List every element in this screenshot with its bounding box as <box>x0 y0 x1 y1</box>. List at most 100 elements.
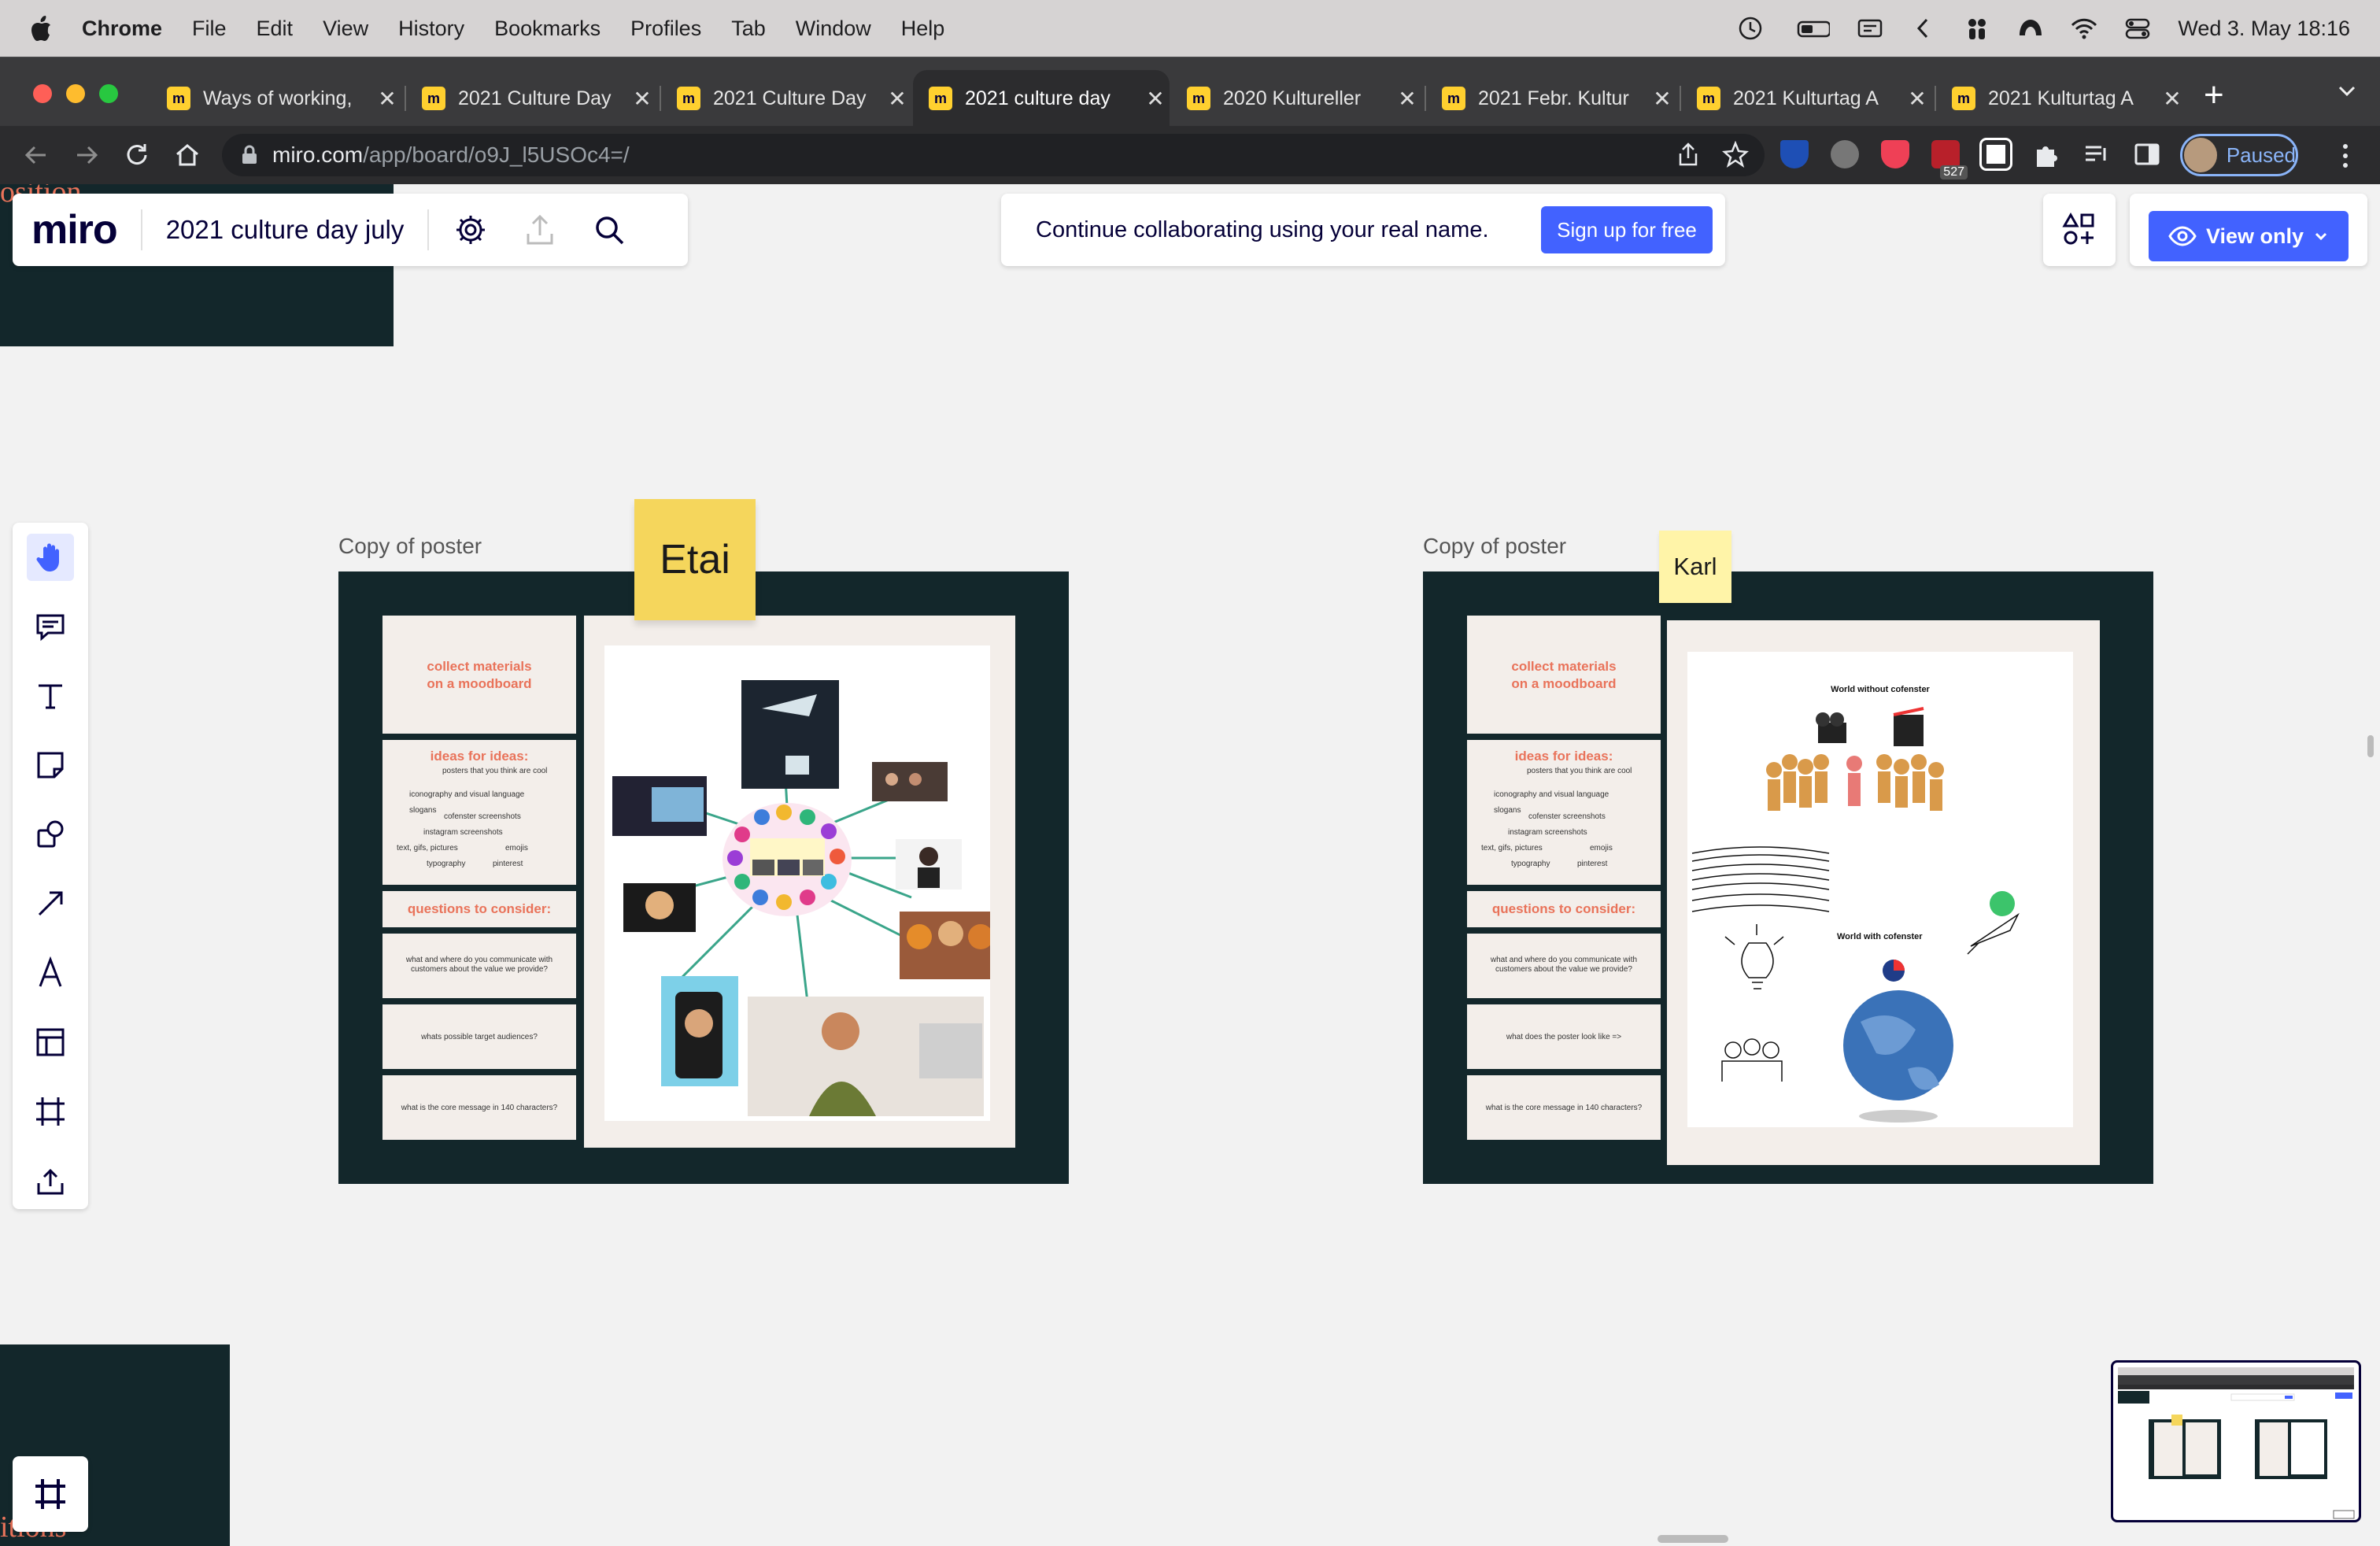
home-icon[interactable] <box>173 141 201 169</box>
menu-history[interactable]: History <box>398 17 464 41</box>
close-window-button[interactable] <box>33 84 52 103</box>
browser-tab[interactable]: m 2021 Kulturtag A ✕ <box>1681 70 1931 127</box>
shapes-tool[interactable] <box>27 811 74 858</box>
address-bar[interactable]: miro.com/app/board/o9J_l5USOc4=/ <box>222 134 1765 176</box>
menu-bookmarks[interactable]: Bookmarks <box>494 17 601 41</box>
menu-view[interactable]: View <box>323 17 368 41</box>
vpn-icon[interactable] <box>2017 15 2044 42</box>
search-icon[interactable] <box>591 212 627 248</box>
view-only-button[interactable]: View only <box>2149 211 2349 261</box>
apple-icon[interactable] <box>31 16 52 41</box>
frame-label[interactable]: Copy of poster <box>338 534 482 559</box>
browser-tab[interactable]: m 2021 Culture Day ✕ <box>661 70 911 127</box>
browser-tab[interactable]: m 2021 Kulturtag A ✕ <box>1936 70 2186 127</box>
sticky-note[interactable]: Karl <box>1659 531 1731 603</box>
moodboard-collage[interactable] <box>604 645 1000 1121</box>
minimap-preview <box>2118 1367 2355 1519</box>
tab-search-chevron-icon[interactable] <box>2336 80 2358 102</box>
sticky-note-tool[interactable] <box>27 742 74 789</box>
profile-status: Paused <box>2226 142 2296 167</box>
poster-frame[interactable]: collect materials on a moodboard ideas f… <box>338 571 1069 1184</box>
apps-button[interactable] <box>2043 194 2116 266</box>
horizontal-scrollbar[interactable] <box>1658 1535 1728 1543</box>
hand-tool[interactable] <box>27 534 74 581</box>
share-icon[interactable] <box>1675 141 1702 168</box>
profile-button[interactable]: Paused <box>2180 134 2298 176</box>
banner-message: Continue collaborating using your real n… <box>1036 216 1489 242</box>
side-panel-icon[interactable] <box>2133 140 2161 168</box>
close-tab-icon[interactable]: ✕ <box>1648 86 1676 112</box>
browser-tab[interactable]: m Ways of working, ✕ <box>151 70 401 127</box>
upload-tool[interactable] <box>27 1157 74 1204</box>
people-icon[interactable] <box>1964 15 1990 42</box>
question-card: what is the core message in 140 characte… <box>1467 1075 1661 1140</box>
question-text: what and where do you communicate with c… <box>1490 956 1638 974</box>
frame-label[interactable]: Copy of poster <box>1423 534 1566 559</box>
url-text[interactable]: miro.com/app/board/o9J_l5USOc4=/ <box>272 142 630 168</box>
comment-tool[interactable] <box>27 603 74 650</box>
avatar <box>2184 138 2217 172</box>
close-tab-icon[interactable]: ✕ <box>1141 86 1170 112</box>
question-text: whats possible target audiences? <box>421 1033 538 1041</box>
more-menu-icon[interactable] <box>2336 140 2355 172</box>
miro-logo[interactable]: miro <box>31 206 118 253</box>
close-tab-icon[interactable]: ✕ <box>1903 86 1931 112</box>
browser-tab[interactable]: m 2021 Febr. Kultur ✕ <box>1426 70 1676 127</box>
export-icon[interactable] <box>522 212 558 248</box>
browser-tab[interactable]: m 2021 Culture Day ✕ <box>406 70 656 127</box>
vertical-scrollbar[interactable] <box>2367 735 2374 757</box>
gear-icon[interactable] <box>453 212 489 248</box>
control-center-icon[interactable] <box>2124 15 2151 42</box>
text-tool[interactable] <box>27 672 74 719</box>
bookmark-star-icon[interactable] <box>1722 141 1749 168</box>
back-icon[interactable] <box>22 141 50 169</box>
sticky-note[interactable]: Etai <box>634 499 756 620</box>
ublock-extension-icon[interactable]: 527 <box>1931 140 1968 179</box>
menu-app-name[interactable]: Chrome <box>82 17 162 41</box>
menu-tab[interactable]: Tab <box>731 17 766 41</box>
menu-window[interactable]: Window <box>796 17 871 41</box>
connection-line-tool[interactable] <box>27 880 74 927</box>
extension-square-icon[interactable] <box>1979 138 2012 171</box>
lock-icon[interactable] <box>241 145 258 165</box>
chevron-left-icon[interactable] <box>1910 15 1937 42</box>
close-tab-icon[interactable]: ✕ <box>1393 86 1421 112</box>
menu-profiles[interactable]: Profiles <box>630 17 701 41</box>
extension-mask-icon[interactable] <box>1831 140 1859 168</box>
menu-file[interactable]: File <box>192 17 227 41</box>
forward-icon[interactable] <box>72 141 101 169</box>
close-tab-icon[interactable]: ✕ <box>628 86 656 112</box>
frame-tool[interactable] <box>27 1088 74 1135</box>
shapes-icon <box>37 820 64 848</box>
templates-tool[interactable] <box>27 1019 74 1066</box>
sign-up-button[interactable]: Sign up for free <box>1541 206 1713 253</box>
browser-tab[interactable]: m 2020 Kultureller ✕ <box>1171 70 1421 127</box>
reading-list-icon[interactable] <box>2082 140 2111 168</box>
minimize-window-button[interactable] <box>66 84 85 103</box>
display-icon[interactable] <box>1857 15 1883 42</box>
zoom-window-button[interactable] <box>99 84 118 103</box>
menu-edit[interactable]: Edit <box>257 17 294 41</box>
menu-help[interactable]: Help <box>901 17 945 41</box>
miro-board-canvas[interactable]: osition itions miro 2021 culture day jul… <box>0 184 2380 1546</box>
pen-tool[interactable] <box>27 949 74 997</box>
menubar-datetime[interactable]: Wed 3. May 18:16 <box>2178 17 2350 41</box>
frames-panel-button[interactable] <box>13 1456 88 1532</box>
close-tab-icon[interactable]: ✕ <box>883 86 911 112</box>
bitwarden-extension-icon[interactable] <box>1780 140 1809 168</box>
wifi-icon[interactable] <box>2071 15 2097 42</box>
close-tab-icon[interactable]: ✕ <box>373 86 401 112</box>
time-machine-icon[interactable] <box>1737 15 1764 42</box>
poster-draft[interactable]: World without cofenster World with cofen… <box>1687 652 2073 1127</box>
reload-icon[interactable] <box>123 141 151 169</box>
close-tab-icon[interactable]: ✕ <box>2158 86 2186 112</box>
poster-draft-panel: World without cofenster World with cofen… <box>1667 620 2100 1165</box>
new-tab-icon[interactable]: + <box>2204 78 2224 113</box>
browser-tab-active[interactable]: m 2021 culture day ✕ <box>913 70 1170 127</box>
minimap[interactable] <box>2111 1360 2361 1522</box>
poster-frame[interactable]: collect materials on a moodboard ideas f… <box>1423 571 2153 1184</box>
board-title[interactable]: 2021 culture day july <box>166 215 405 245</box>
pocket-extension-icon[interactable] <box>1881 140 1909 168</box>
extensions-puzzle-icon[interactable] <box>2032 140 2060 168</box>
battery-icon[interactable] <box>1791 15 1831 42</box>
